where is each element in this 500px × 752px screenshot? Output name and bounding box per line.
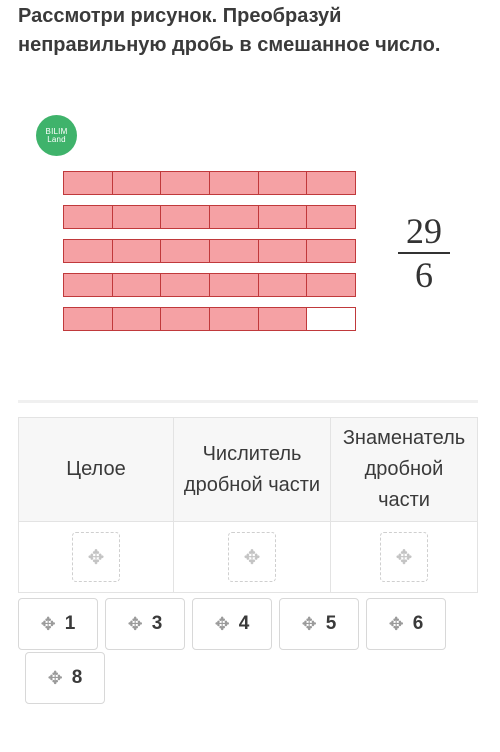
bilimland-logo: BILIM Land [36, 115, 77, 156]
strip-cell-filled [112, 308, 162, 330]
answer-table-drop-row: ✥ ✥ ✥ [18, 521, 478, 593]
fraction-numerator: 29 [406, 211, 442, 251]
answer-table: Целое Числитель дробной части Знаменател… [18, 417, 478, 593]
denominator-cell: ✥ [330, 521, 478, 593]
option-chip-1[interactable]: ✥ 1 [18, 598, 98, 650]
option-value: 5 [325, 613, 337, 634]
option-chip-8[interactable]: ✥ 8 [25, 652, 105, 704]
header-numerator: Числитель дробной части [173, 417, 331, 522]
whole-cell: ✥ [18, 521, 174, 593]
strip-cell-filled [210, 274, 259, 296]
strip-cell-filled [210, 308, 259, 330]
option-value: 4 [238, 613, 250, 634]
fraction-denominator: 6 [415, 255, 433, 295]
option-chip-3[interactable]: ✥ 3 [105, 598, 185, 650]
option-value: 6 [412, 613, 424, 634]
move-icon: ✥ [214, 613, 230, 634]
option-chip-4[interactable]: ✥ 4 [192, 598, 272, 650]
strip-cell-filled [64, 274, 113, 296]
strip-cell-filled [258, 308, 308, 330]
move-icon: ✥ [301, 613, 317, 634]
strip-cell-filled [112, 206, 162, 228]
strip-cell-filled [112, 172, 162, 194]
move-target-icon: ✥ [395, 546, 413, 569]
strip-cell-filled [64, 206, 113, 228]
move-icon: ✥ [40, 613, 56, 634]
strip-cell-filled [210, 206, 259, 228]
strip-cell-filled [307, 240, 356, 262]
option-value: 3 [151, 613, 163, 634]
header-denominator: Знаменатель дробной части [330, 417, 478, 522]
answer-table-header-row: Целое Числитель дробной части Знаменател… [18, 417, 478, 522]
whole-dropzone[interactable]: ✥ [72, 532, 120, 582]
strip-cell-filled [210, 240, 259, 262]
strip-cell-filled [161, 206, 211, 228]
strip-cell-filled [258, 172, 308, 194]
improper-fraction: 29 6 [396, 212, 452, 294]
strip-cell-filled [307, 206, 356, 228]
fraction-strips-figure [63, 171, 356, 341]
section-divider [18, 400, 478, 403]
numerator-dropzone[interactable]: ✥ [228, 532, 276, 582]
fraction-strip [63, 205, 356, 229]
strip-cell-empty [307, 308, 356, 330]
logo-line-2: Land [47, 134, 66, 144]
strip-cell-filled [161, 172, 211, 194]
strip-cell-filled [161, 308, 211, 330]
header-whole: Целое [18, 417, 174, 522]
option-value: 8 [71, 667, 83, 688]
option-value: 1 [64, 613, 76, 634]
strip-cell-filled [112, 240, 162, 262]
option-chip-6[interactable]: ✥ 6 [366, 598, 446, 650]
strip-cell-filled [161, 274, 211, 296]
strip-cell-filled [112, 274, 162, 296]
move-target-icon: ✥ [87, 546, 105, 569]
fraction-strip [63, 239, 356, 263]
move-icon: ✥ [127, 613, 143, 634]
strip-cell-filled [64, 308, 113, 330]
fraction-strip [63, 273, 356, 297]
strip-cell-filled [258, 274, 308, 296]
fraction-strip [63, 171, 356, 195]
strip-cell-filled [210, 172, 259, 194]
strip-cell-filled [307, 274, 356, 296]
move-icon: ✥ [47, 667, 63, 688]
strip-cell-filled [258, 240, 308, 262]
numerator-cell: ✥ [173, 521, 331, 593]
option-chip-5[interactable]: ✥ 5 [279, 598, 359, 650]
strip-cell-filled [307, 172, 356, 194]
denominator-dropzone[interactable]: ✥ [380, 532, 428, 582]
strip-cell-filled [161, 240, 211, 262]
move-icon: ✥ [388, 613, 404, 634]
fraction-bar [398, 252, 450, 254]
strip-cell-filled [64, 172, 113, 194]
question-text: Рассмотри рисунок. Преобразуй неправильн… [18, 5, 441, 56]
strip-cell-filled [64, 240, 113, 262]
strip-cell-filled [258, 206, 308, 228]
fraction-strip [63, 307, 356, 331]
move-target-icon: ✥ [243, 546, 261, 569]
